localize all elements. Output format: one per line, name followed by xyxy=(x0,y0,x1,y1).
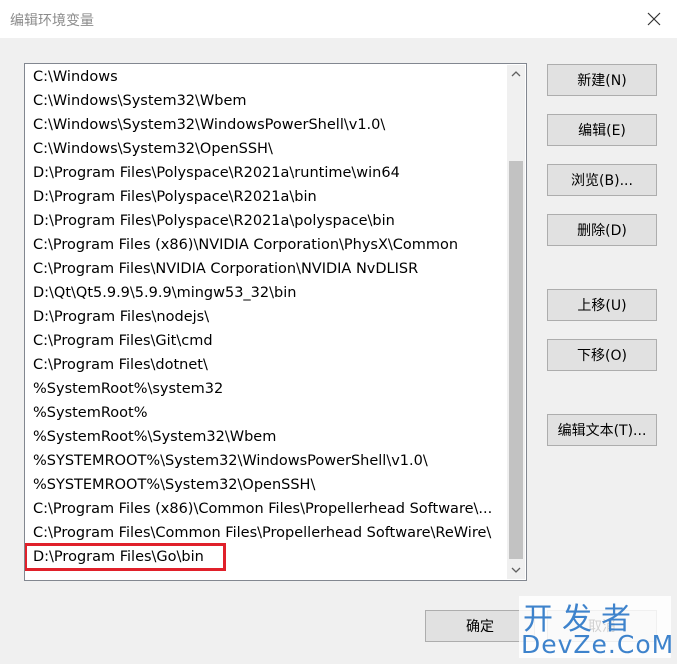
vertical-scrollbar[interactable] xyxy=(507,65,525,579)
edit-text-button[interactable]: 编辑文本(T)... xyxy=(547,414,657,446)
browse-button[interactable]: 浏览(B)... xyxy=(547,164,657,196)
list-item[interactable]: D:\Qt\Qt5.9.9\5.9.9\mingw53_32\bin xyxy=(26,281,504,305)
list-item-selected[interactable]: D:\Program Files\Go\bin xyxy=(25,543,226,571)
list-item[interactable]: D:\Program Files\Polyspace\R2021a\runtim… xyxy=(26,161,504,185)
delete-button[interactable]: 删除(D) xyxy=(547,214,657,246)
list-item[interactable]: C:\Program Files\Common Files\Propellerh… xyxy=(26,521,504,545)
list-item[interactable]: C:\Windows\System32\OpenSSH\ xyxy=(26,137,504,161)
window-title: 编辑环境变量 xyxy=(10,13,94,29)
close-button[interactable] xyxy=(631,0,677,38)
chevron-down-icon xyxy=(511,567,521,573)
chevron-up-icon xyxy=(511,71,521,77)
path-list[interactable]: C:\Windows C:\Windows\System32\Wbem C:\Win… xyxy=(24,63,527,581)
list-item[interactable]: C:\Program Files\Git\cmd xyxy=(26,329,504,353)
scroll-thumb[interactable] xyxy=(509,161,523,559)
list-item[interactable]: C:\Windows\System32\WindowsPowerShell\v1… xyxy=(26,113,504,137)
list-item[interactable]: %SystemRoot%\System32\Wbem xyxy=(26,425,504,449)
title-bar: 编辑环境变量 xyxy=(0,0,677,38)
close-icon xyxy=(647,12,661,26)
watermark: 开发者 DevZe.CoM xyxy=(519,596,675,659)
list-item[interactable]: C:\Windows\System32\Wbem xyxy=(26,89,504,113)
list-item[interactable]: D:\Program Files\Polyspace\R2021a\polysp… xyxy=(26,209,504,233)
scroll-down-arrow[interactable] xyxy=(507,561,525,579)
list-item[interactable]: C:\Program Files (x86)\NVIDIA Corporatio… xyxy=(26,233,504,257)
watermark-bottom: DevZe.CoM xyxy=(521,630,675,659)
list-item[interactable]: C:\Windows xyxy=(26,65,504,89)
move-down-button[interactable]: 下移(O) xyxy=(547,339,657,371)
list-item[interactable]: C:\Program Files\dotnet\ xyxy=(26,353,504,377)
new-button[interactable]: 新建(N) xyxy=(547,64,657,96)
move-up-button[interactable]: 上移(U) xyxy=(547,289,657,321)
list-item[interactable]: %SYSTEMROOT%\System32\WindowsPowerShell\… xyxy=(26,449,504,473)
list-item[interactable]: %SystemRoot% xyxy=(26,401,504,425)
edit-button[interactable]: 编辑(E) xyxy=(547,114,657,146)
list-item[interactable]: C:\Program Files\NVIDIA Corporation\NVID… xyxy=(26,257,504,281)
list-item[interactable]: %SYSTEMROOT%\System32\OpenSSH\ xyxy=(26,473,504,497)
list-item[interactable]: %SystemRoot%\system32 xyxy=(26,377,504,401)
list-item[interactable]: C:\Program Files (x86)\Common Files\Prop… xyxy=(26,497,504,521)
list-item[interactable]: D:\Program Files\nodejs\ xyxy=(26,305,504,329)
scroll-up-arrow[interactable] xyxy=(507,65,525,83)
list-item[interactable]: D:\Program Files\Polyspace\R2021a\bin xyxy=(26,185,504,209)
